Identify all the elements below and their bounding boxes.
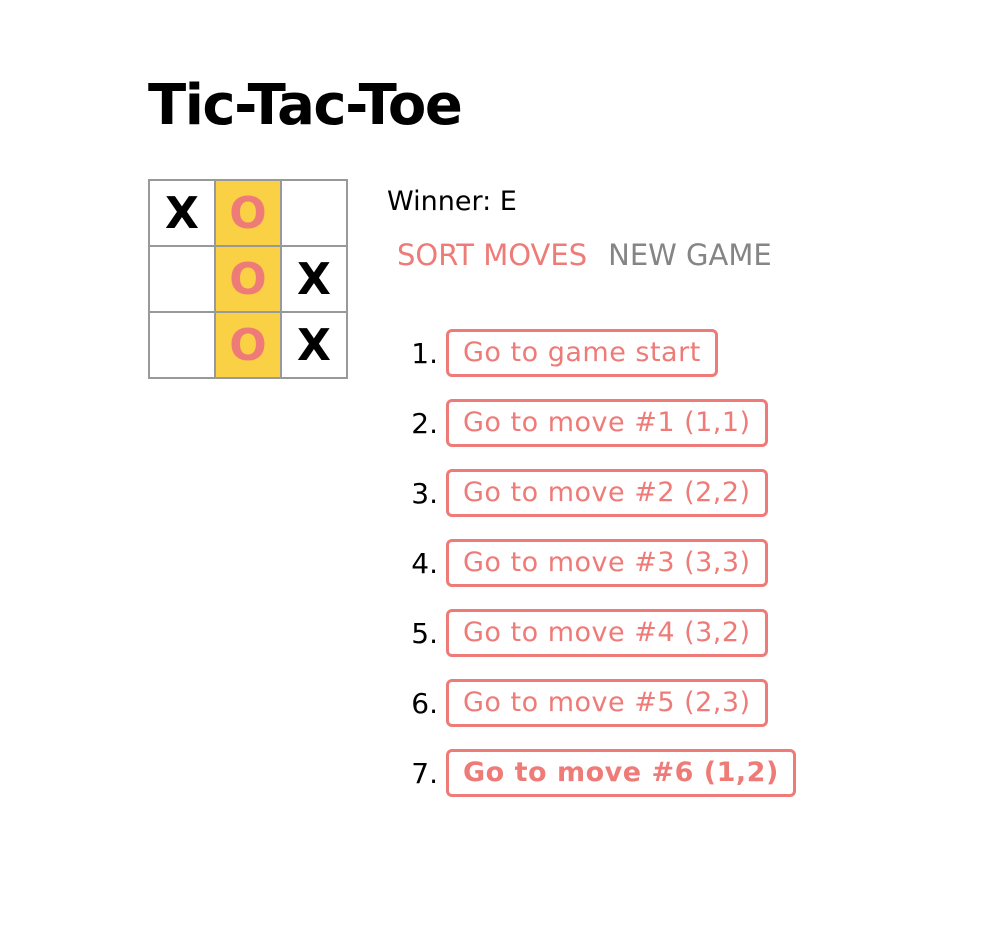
- new-game-button[interactable]: NEW GAME: [608, 235, 772, 275]
- game-board: X O O X O X: [148, 179, 348, 379]
- move-list-item: 7. Go to move #6 (1,2): [400, 738, 796, 808]
- sort-moves-button[interactable]: SORT MOVES: [397, 235, 587, 275]
- board-cell[interactable]: [282, 181, 348, 247]
- go-to-game-start-button[interactable]: Go to game start: [446, 329, 718, 377]
- move-list-item: 1. Go to game start: [400, 318, 796, 388]
- move-number: 5.: [411, 616, 438, 650]
- move-number: 3.: [411, 476, 438, 510]
- move-number: 2.: [411, 406, 438, 440]
- move-number: 7.: [411, 756, 438, 790]
- move-list-item: 6. Go to move #5 (2,3): [400, 668, 796, 738]
- go-to-move-button[interactable]: Go to move #4 (3,2): [446, 609, 768, 657]
- move-number: 4.: [411, 546, 438, 580]
- board-cell[interactable]: X: [150, 181, 216, 247]
- go-to-move-button[interactable]: Go to move #2 (2,2): [446, 469, 768, 517]
- board-cell[interactable]: X: [282, 313, 348, 379]
- move-list-item: 2. Go to move #1 (1,1): [400, 388, 796, 458]
- board-cell[interactable]: O: [216, 247, 282, 313]
- move-list-item: 4. Go to move #3 (3,3): [400, 528, 796, 598]
- go-to-move-button[interactable]: Go to move #1 (1,1): [446, 399, 768, 447]
- move-number: 6.: [411, 686, 438, 720]
- move-history-list: 1. Go to game start 2. Go to move #1 (1,…: [400, 318, 796, 808]
- go-to-move-button[interactable]: Go to move #5 (2,3): [446, 679, 768, 727]
- board-cell[interactable]: X: [282, 247, 348, 313]
- board-cell[interactable]: O: [216, 313, 282, 379]
- go-to-move-button[interactable]: Go to move #6 (1,2): [446, 749, 796, 797]
- board-cell[interactable]: O: [216, 181, 282, 247]
- move-number: 1.: [411, 336, 438, 370]
- game-controls: SORT MOVES NEW GAME: [397, 235, 772, 275]
- go-to-move-button[interactable]: Go to move #3 (3,3): [446, 539, 768, 587]
- page-title: Tic-Tac-Toe: [148, 73, 463, 138]
- board-cell[interactable]: [150, 313, 216, 379]
- game-status: Winner: E: [387, 186, 517, 217]
- move-list-item: 5. Go to move #4 (3,2): [400, 598, 796, 668]
- board-cell[interactable]: [150, 247, 216, 313]
- move-list-item: 3. Go to move #2 (2,2): [400, 458, 796, 528]
